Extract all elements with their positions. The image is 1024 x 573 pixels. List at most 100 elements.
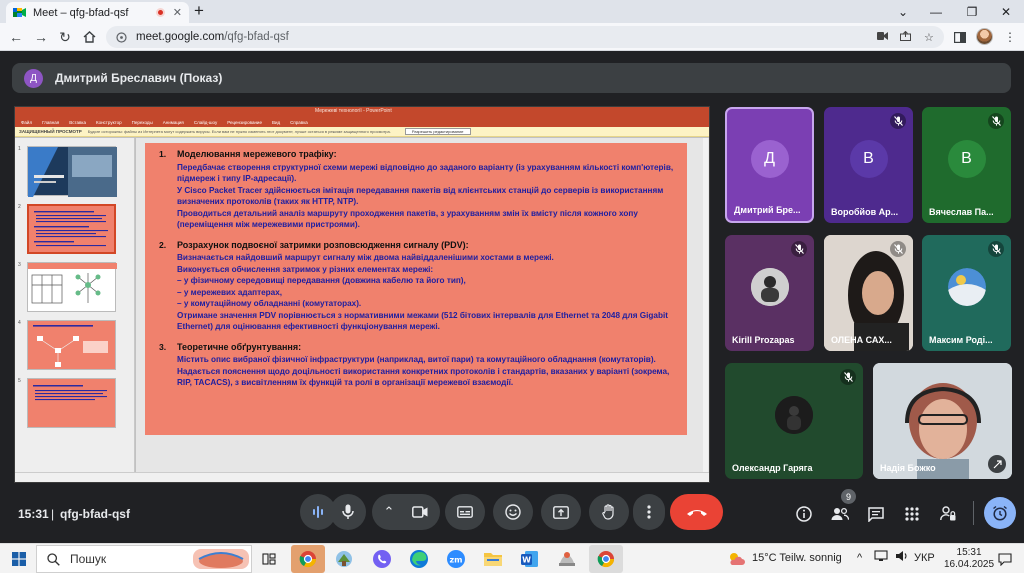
reactions-button[interactable] [493, 494, 533, 530]
participant-photo-avatar [750, 268, 789, 306]
ppt-menu-item[interactable]: Переходы [132, 120, 153, 125]
participant-tile[interactable]: ОЛЕНА САХ... [824, 235, 913, 351]
chrome-taskbar-icon[interactable] [589, 545, 623, 573]
section-number: 3. [159, 341, 167, 352]
control-divider [973, 501, 974, 525]
viber-icon[interactable] [371, 548, 393, 570]
tab-close-icon[interactable]: ✕ [173, 6, 182, 19]
slide-thumbnail-pane: 1 2 3 4 5 [15, 138, 135, 474]
ppt-menu-item[interactable]: Слайд-шоу [194, 120, 217, 125]
slide-thumbnail-3[interactable] [27, 262, 117, 312]
weather-icon[interactable] [727, 548, 745, 570]
minimize-button[interactable]: — [918, 0, 954, 23]
url-field[interactable]: meet.google.com/qfg-bfad-qsf [106, 26, 944, 48]
profile-avatar[interactable] [976, 28, 993, 45]
close-window-button[interactable]: ✕ [988, 0, 1024, 23]
bookmark-star-icon[interactable]: ☆ [924, 31, 934, 44]
chevron-up-icon[interactable]: ⌃ [384, 504, 395, 520]
participant-avatar: В [849, 140, 888, 178]
timer-button[interactable] [984, 497, 1016, 529]
enable-editing-button[interactable]: Разрешить редактирование [404, 128, 471, 135]
slide-thumbnail-4[interactable] [27, 320, 116, 370]
tab-search-icon[interactable]: ⌄ [885, 0, 921, 23]
notifications-icon[interactable] [994, 548, 1016, 570]
tray-overflow-icon[interactable]: ^ [857, 552, 862, 564]
ppt-menu-item[interactable]: Анимация [163, 120, 184, 125]
camera-in-use-icon[interactable] [877, 31, 888, 43]
file-explorer-icon[interactable] [482, 548, 504, 570]
slide-thumbnail-1[interactable] [27, 146, 117, 197]
system-clock[interactable]: 15:31 16.04.2025 [944, 547, 994, 571]
taskbar-search-box[interactable]: Пошук [36, 545, 252, 573]
participant-tile[interactable]: В Вячеслав Па... [922, 107, 1011, 223]
ppt-menu-item[interactable]: Рецензирование [227, 120, 262, 125]
ppt-menu-item[interactable]: Вставка [69, 120, 86, 125]
participant-tile[interactable]: Надія Божко [873, 363, 1012, 479]
slide-number: 1 [18, 146, 21, 152]
taskbar-app-icon[interactable] [333, 548, 355, 570]
slide-thumbnail-2[interactable] [27, 204, 116, 254]
taskbar-app-icon[interactable] [556, 548, 578, 570]
ppt-menu-item[interactable]: Вид [272, 120, 280, 125]
chat-icon[interactable] [865, 503, 887, 525]
microphone-button[interactable] [330, 494, 366, 530]
raise-hand-button[interactable] [589, 494, 629, 530]
new-tab-button[interactable]: + [194, 2, 204, 20]
captions-button[interactable] [445, 494, 485, 530]
address-bar-row: ← → ↻ meet.google.com/qfg-bfad-qsf ☆ ⋮ [0, 23, 1024, 51]
browser-tab-meet[interactable]: Meet – qfg-bfad-qsf ✕ [6, 2, 189, 23]
task-view-icon[interactable] [258, 548, 280, 570]
slide-thumbnail-5[interactable] [27, 378, 116, 428]
reload-icon[interactable]: ↻ [55, 27, 75, 47]
participant-name: Вячеслав Па... [929, 207, 994, 217]
section-heading: Моделювання мережевого трафіку: [177, 149, 337, 159]
activities-icon[interactable] [901, 503, 923, 525]
language-indicator[interactable]: УКР [914, 552, 935, 564]
host-controls-icon[interactable] [937, 503, 959, 525]
camera-icon[interactable] [412, 506, 428, 518]
participant-tile[interactable]: Д Дмитрий Бре... [725, 107, 814, 223]
side-panel-icon[interactable] [951, 28, 969, 46]
people-icon[interactable] [829, 503, 851, 525]
participant-tile[interactable]: Олександр Гаряга [725, 363, 863, 479]
volume-icon[interactable] [895, 550, 909, 565]
network-icon[interactable] [874, 550, 888, 565]
maximize-button[interactable]: ❐ [954, 0, 990, 23]
mic-off-icon [791, 241, 807, 257]
weather-text[interactable]: 15°C Teilw. sonnig [752, 552, 842, 564]
chrome-menu-icon[interactable]: ⋮ [1001, 28, 1019, 46]
site-info-icon[interactable] [116, 31, 127, 43]
back-arrow-icon[interactable]: ← [6, 27, 26, 47]
participant-tile[interactable]: Максим Роді... [922, 235, 1011, 351]
participant-avatar: Д [750, 140, 789, 178]
share-page-icon[interactable] [900, 30, 911, 44]
participant-tile[interactable]: В Воробйов Ар... [824, 107, 913, 223]
participant-name: Максим Роді... [929, 335, 993, 345]
ppt-menu-item[interactable]: Конструктор [96, 120, 122, 125]
meet-favicon-icon [13, 6, 26, 19]
forward-arrow-icon[interactable]: → [31, 27, 51, 47]
more-vert-icon [647, 505, 651, 519]
ppt-menu-item[interactable]: Главная [42, 120, 59, 125]
slide-scrollbar[interactable] [703, 138, 708, 474]
captions-icon [457, 506, 473, 518]
mic-off-icon [840, 369, 856, 385]
zoom-icon[interactable]: zm [445, 548, 467, 570]
more-options-button[interactable] [633, 494, 665, 530]
ppt-menu-item[interactable]: Файл [21, 120, 32, 125]
edge-icon[interactable] [408, 548, 430, 570]
windows-start-icon[interactable] [8, 548, 30, 570]
home-icon[interactable] [79, 27, 99, 47]
url-path: /qfg-bfad-qsf [224, 31, 289, 43]
word-icon[interactable]: W [519, 548, 541, 570]
leave-call-button[interactable] [670, 494, 723, 530]
participant-photo-avatar [947, 268, 986, 306]
ppt-menu-item[interactable]: Справка [290, 120, 308, 125]
expand-tile-icon[interactable] [988, 455, 1006, 473]
present-screen-button[interactable] [541, 494, 581, 530]
meeting-code[interactable]: qfg-bfad-qsf [60, 507, 130, 521]
meeting-details-icon[interactable] [793, 503, 815, 525]
participant-tile[interactable]: Kirill Prozapas [725, 235, 814, 351]
slide-text-line: Надається пояснення щодо доцільності вик… [177, 366, 670, 388]
taskbar-app-icon[interactable] [291, 545, 325, 573]
